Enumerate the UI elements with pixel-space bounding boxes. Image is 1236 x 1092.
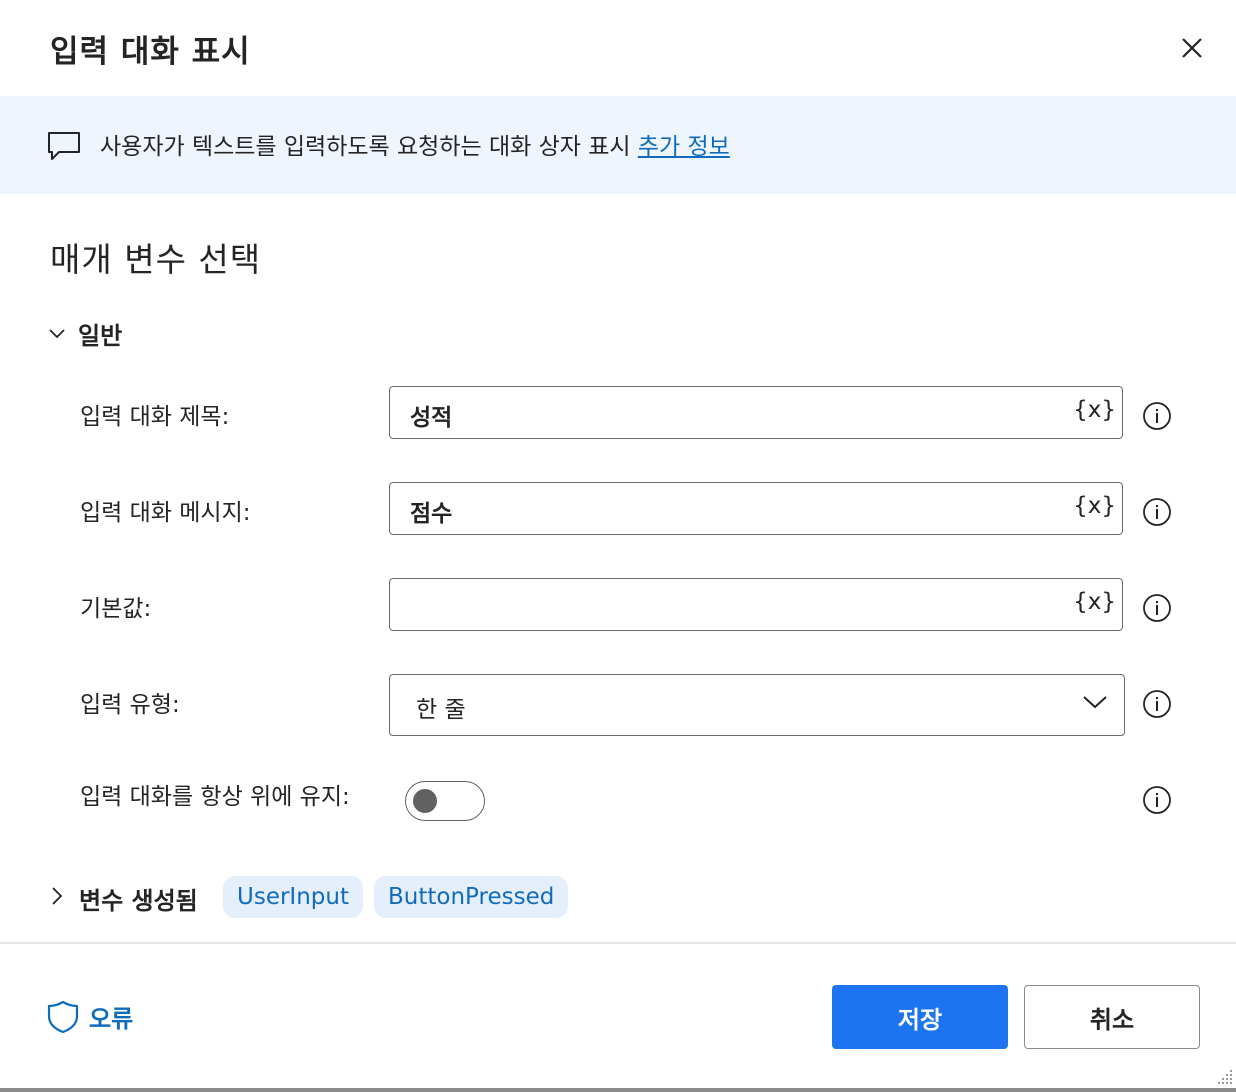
chat-icon — [48, 132, 80, 160]
chevron-right-icon[interactable] — [50, 886, 64, 906]
message-input[interactable]: 점수 {x} — [389, 482, 1123, 535]
title-input[interactable]: 성적 {x} — [389, 386, 1123, 439]
cancel-button[interactable]: 취소 — [1024, 985, 1200, 1049]
general-group-toggle[interactable]: 일반 — [48, 316, 122, 351]
more-info-link[interactable]: 추가 정보 — [638, 134, 730, 160]
dialog-title: 입력 대화 표시 — [50, 34, 251, 70]
variable-picker-button[interactable]: {x} — [1073, 397, 1116, 423]
variable-chip-userinput[interactable]: UserInput — [223, 876, 363, 918]
info-icon[interactable] — [1142, 785, 1172, 815]
input-dialog-config: 입력 대화 표시 사용자가 텍스트를 입력하도록 요청하는 대화 상자 표시 추… — [0, 0, 1236, 1092]
variable-picker-button[interactable]: {x} — [1073, 589, 1116, 615]
input-type-label: 입력 유형: — [80, 692, 180, 718]
variables-produced-label: 변수 생성됨 — [79, 887, 198, 915]
title-value: 성적 — [410, 405, 453, 431]
close-button[interactable] — [1172, 28, 1212, 68]
variable-chip-buttonpressed[interactable]: ButtonPressed — [374, 876, 569, 918]
title-label: 입력 대화 제목: — [80, 404, 230, 430]
keep-on-top-label: 입력 대화를 항상 위에 유지: — [80, 784, 350, 810]
save-button[interactable]: 저장 — [832, 985, 1008, 1049]
message-value: 점수 — [410, 501, 453, 527]
shield-icon — [47, 1000, 79, 1033]
input-type-select[interactable]: 한 줄 — [389, 674, 1125, 736]
info-icon[interactable] — [1142, 497, 1172, 527]
on-error-button[interactable]: 오류 — [47, 999, 133, 1034]
chevron-down-icon — [49, 328, 65, 338]
info-description: 사용자가 텍스트를 입력하도록 요청하는 대화 상자 표시 추가 정보 — [100, 127, 730, 161]
default-input[interactable]: {x} — [389, 578, 1123, 631]
general-group-label: 일반 — [78, 322, 123, 350]
chevron-down-icon — [1083, 696, 1107, 709]
section-title: 매개 변수 선택 — [50, 240, 262, 279]
keep-on-top-toggle[interactable] — [405, 781, 485, 821]
input-type-value: 한 줄 — [416, 697, 466, 723]
message-label: 입력 대화 메시지: — [80, 500, 251, 526]
default-label: 기본값: — [80, 596, 152, 622]
info-icon[interactable] — [1142, 593, 1172, 623]
info-text: 사용자가 텍스트를 입력하도록 요청하는 대화 상자 표시 — [100, 134, 638, 160]
window-bottom-edge — [0, 1088, 1236, 1092]
variable-picker-button[interactable]: {x} — [1073, 493, 1116, 519]
on-error-label: 오류 — [89, 1005, 134, 1033]
toggle-knob — [413, 789, 437, 813]
resize-grip-icon[interactable] — [1212, 1066, 1234, 1088]
footer-divider — [0, 942, 1236, 944]
info-icon[interactable] — [1142, 401, 1172, 431]
info-icon[interactable] — [1142, 689, 1172, 719]
close-icon — [1182, 38, 1202, 58]
